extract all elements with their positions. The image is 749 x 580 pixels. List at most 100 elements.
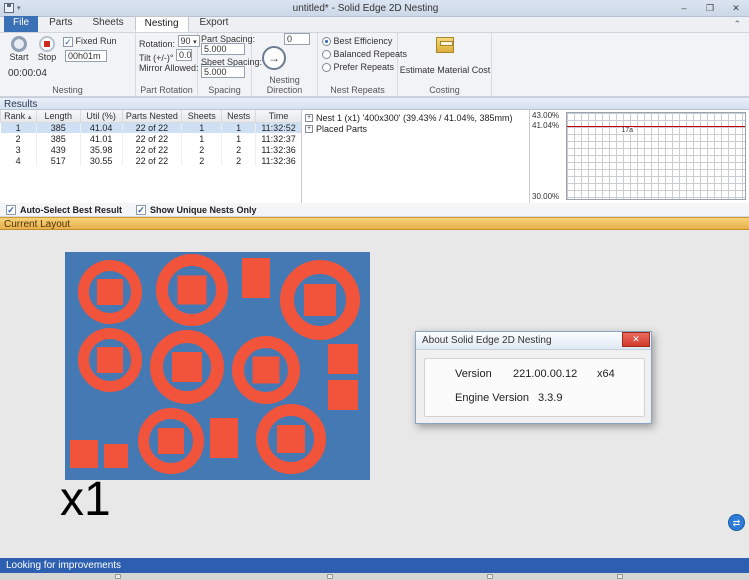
dialog-close-button[interactable]: ✕ — [622, 332, 650, 347]
column-header-rank[interactable]: Rank ▲ — [1, 110, 37, 122]
results-options-row: ✓ Auto-Select Best Result ✓ Show Unique … — [0, 203, 749, 217]
unique-nests-option[interactable]: ✓ Show Unique Nests Only — [136, 205, 257, 215]
quick-access-dropdown-icon[interactable]: ▾ — [17, 4, 21, 12]
nest-repeats-option[interactable]: Best Efficiency — [322, 36, 407, 49]
table-cell: 2 — [222, 155, 256, 166]
tree-item[interactable]: +Nest 1 (x1) '400x300' (39.43% / 41.04%,… — [305, 112, 529, 123]
ribbon-group-costing: Estimate Material Cost Costing — [398, 33, 492, 96]
tab-export[interactable]: Export — [191, 16, 238, 32]
tab-file[interactable]: File — [4, 16, 38, 32]
table-cell: 385 — [36, 122, 80, 133]
group-label-nest-repeats: Nest Repeats — [318, 85, 397, 95]
ribbon-tab-bar: FilePartsSheetsNestingExport ⌃ — [0, 17, 749, 33]
rect-part — [242, 258, 270, 298]
rotation-select[interactable]: 90 ▾ — [178, 35, 200, 47]
quick-access-toolbar: ▾ — [0, 3, 60, 13]
table-row[interactable]: 238541.0122 of 221111:32:37 — [1, 133, 302, 144]
mirror-allowed-label: Mirror Allowed: — [139, 63, 199, 73]
estimate-material-cost-button[interactable]: Estimate Material Cost — [398, 37, 492, 75]
tab-parts[interactable]: Parts — [40, 16, 81, 32]
current-layout-header: Current Layout — [0, 217, 749, 230]
table-cell: 1 — [182, 133, 222, 144]
fixed-run-checkbox[interactable]: ✓ — [63, 37, 73, 47]
table-cell: 517 — [36, 155, 80, 166]
nesting-direction-icon[interactable]: → — [262, 46, 286, 70]
graph-y-current-label: 41.04% — [532, 121, 559, 130]
column-header-nests[interactable]: Nests — [222, 110, 256, 122]
utilization-line — [567, 126, 745, 127]
stop-button[interactable]: Stop — [34, 36, 60, 62]
ring-part — [78, 328, 142, 392]
tab-nesting[interactable]: Nesting — [135, 16, 189, 32]
ring-part — [280, 260, 360, 340]
close-button[interactable]: ✕ — [723, 0, 749, 16]
column-header-time[interactable]: Time — [256, 110, 302, 122]
column-header-sheets[interactable]: Sheets — [182, 110, 222, 122]
auto-select-label: Auto-Select Best Result — [20, 205, 122, 215]
column-header-length[interactable]: Length — [36, 110, 80, 122]
tab-sheets[interactable]: Sheets — [83, 16, 132, 32]
nest-sheet — [65, 252, 370, 480]
table-cell: 22 of 22 — [122, 133, 182, 144]
expand-icon[interactable]: + — [305, 125, 313, 133]
about-dialog: About Solid Edge 2D Nesting ✕ Version 22… — [415, 331, 652, 424]
elapsed-time: 00:00:04 — [8, 68, 47, 79]
table-cell: 11:32:36 — [256, 155, 302, 166]
direction-angle-input[interactable]: 0 — [284, 33, 310, 45]
bottom-strip-marker — [487, 574, 493, 579]
nested-square-part — [178, 276, 207, 305]
start-button[interactable]: Start — [6, 36, 32, 62]
table-row[interactable]: 138541.0422 of 221111:32:52 — [1, 122, 302, 133]
fixed-run-label: Fixed Run — [76, 36, 117, 46]
ribbon: Start Stop ✓ Fixed Run 00h01m 00:00:04 N… — [0, 33, 749, 97]
nested-square-part — [97, 279, 123, 305]
radio-button[interactable] — [322, 50, 331, 59]
collapse-ribbon-icon[interactable]: ⌃ — [733, 19, 741, 30]
status-bar: Looking for improvements — [0, 558, 749, 573]
radio-button[interactable] — [322, 63, 331, 72]
title-bar: ▾ untitled* - Solid Edge 2D Nesting – ❐ … — [0, 0, 749, 17]
ribbon-group-nest-repeats: Best Efficiency Balanced Repeats Prefer … — [318, 33, 398, 96]
table-cell: 11:32:52 — [256, 122, 302, 133]
column-header-util-[interactable]: Util (%) — [80, 110, 122, 122]
column-header-parts-nested[interactable]: Parts Nested — [122, 110, 182, 122]
graph-grid: 17a — [566, 112, 746, 200]
nest-repeats-option[interactable]: Balanced Repeats — [322, 49, 407, 62]
nested-square-part — [253, 357, 280, 384]
table-cell: 4 — [1, 155, 37, 166]
table-row[interactable]: 343935.9822 of 222211:32:36 — [1, 144, 302, 155]
ribbon-group-nesting: Start Stop ✓ Fixed Run 00h01m 00:00:04 N… — [0, 33, 136, 96]
expand-icon[interactable]: + — [305, 114, 313, 122]
part-spacing-input[interactable]: 5.000 — [201, 43, 245, 55]
cost-calculator-icon — [436, 37, 454, 53]
ring-part — [138, 408, 204, 474]
table-cell: 1 — [1, 122, 37, 133]
nested-square-part — [158, 428, 184, 454]
rotation-value: 90 — [181, 36, 191, 46]
auto-select-option[interactable]: ✓ Auto-Select Best Result — [6, 205, 122, 215]
fit-view-button[interactable]: ⇄ — [728, 514, 745, 531]
group-label-costing: Costing — [398, 85, 491, 95]
about-dialog-title: About Solid Edge 2D Nesting — [422, 335, 552, 346]
tilt-input[interactable]: 0.0 — [176, 49, 192, 61]
table-cell: 41.01 — [80, 133, 122, 144]
unique-nests-checkbox[interactable]: ✓ — [136, 205, 146, 215]
radio-label: Balanced Repeats — [331, 49, 407, 59]
save-icon[interactable] — [4, 3, 14, 13]
radio-button[interactable] — [322, 37, 331, 46]
radio-label: Prefer Repeats — [331, 62, 394, 72]
run-time-field-wrap: 00h01m — [65, 50, 107, 64]
table-cell: 2 — [222, 144, 256, 155]
maximize-button[interactable]: ❐ — [697, 0, 723, 16]
minimize-button[interactable]: – — [671, 0, 697, 16]
sheet-spacing-input[interactable]: 5.000 — [201, 66, 245, 78]
table-cell: 11:32:36 — [256, 144, 302, 155]
layout-canvas[interactable]: x1 ⇄ About Solid Edge 2D Nesting ✕ Versi… — [0, 230, 749, 558]
auto-select-checkbox[interactable]: ✓ — [6, 205, 16, 215]
tree-item[interactable]: +Placed Parts — [305, 123, 529, 134]
results-table: Rank ▲LengthUtil (%)Parts NestedSheetsNe… — [0, 110, 302, 166]
nest-repeats-option[interactable]: Prefer Repeats — [322, 62, 407, 75]
run-time-input[interactable]: 00h01m — [65, 50, 107, 62]
table-row[interactable]: 451730.5522 of 222211:32:36 — [1, 155, 302, 166]
fixed-run-option[interactable]: ✓ Fixed Run — [63, 36, 117, 47]
